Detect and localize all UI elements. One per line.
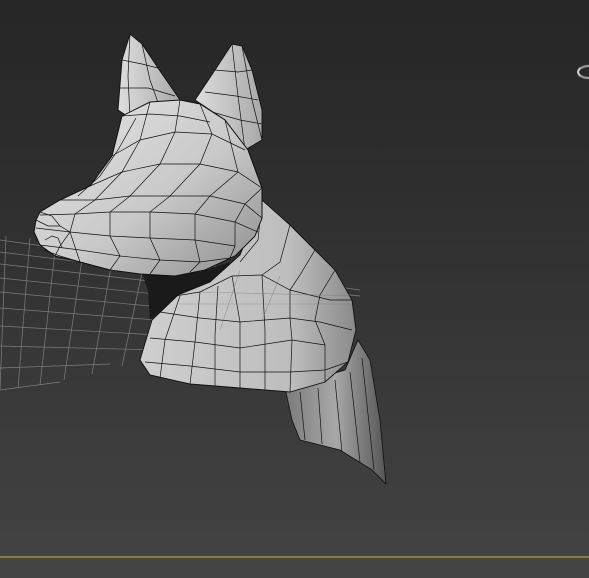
3d-viewport[interactable] [0, 0, 589, 578]
viewport-scene [0, 33, 387, 486]
viewcube-ring-icon[interactable] [575, 62, 589, 82]
mesh-head [33, 99, 263, 277]
bottom-panel [0, 558, 589, 578]
